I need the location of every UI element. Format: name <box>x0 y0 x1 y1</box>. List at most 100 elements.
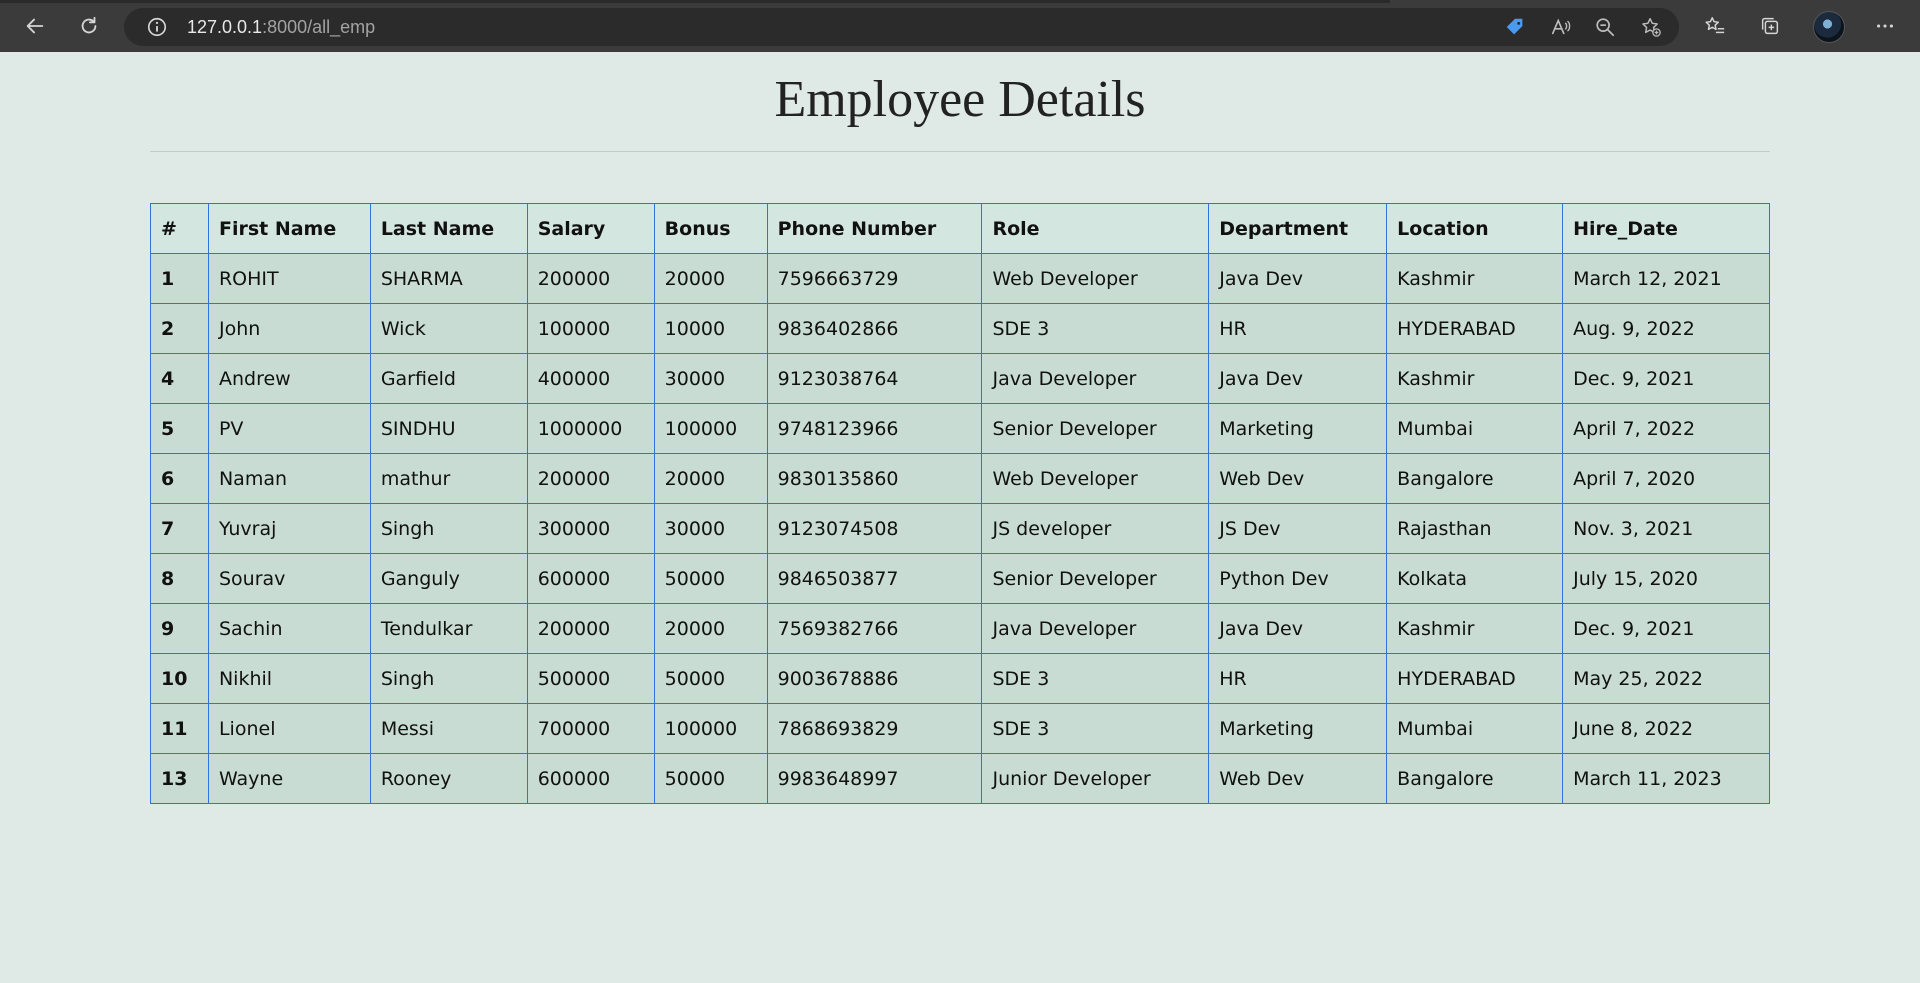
table-cell: June 8, 2022 <box>1562 703 1770 754</box>
site-info-icon[interactable] <box>146 16 168 38</box>
table-cell: Mumbai <box>1386 403 1564 454</box>
column-header: Last Name <box>369 203 528 254</box>
add-favorite-icon[interactable] <box>1640 16 1662 38</box>
collections-button[interactable] <box>1755 11 1785 41</box>
table-cell: 1 <box>150 253 209 304</box>
coupon-tag-icon[interactable] <box>1504 16 1526 38</box>
tab-strip-edge <box>0 0 1390 3</box>
table-cell: SDE 3 <box>981 653 1210 704</box>
table-cell: HR <box>1208 303 1388 354</box>
zoom-out-icon[interactable] <box>1594 16 1616 38</box>
table-cell: 5 <box>150 403 209 454</box>
column-header: Role <box>981 203 1210 254</box>
column-header: Hire_Date <box>1562 203 1770 254</box>
table-cell: 7 <box>150 503 209 554</box>
table-cell: April 7, 2020 <box>1562 453 1770 504</box>
table-cell: HYDERABAD <box>1386 653 1564 704</box>
table-cell: 50000 <box>653 653 768 704</box>
url-text[interactable]: 127.0.0.1:8000/all_emp <box>187 17 375 38</box>
table-cell: 7569382766 <box>766 603 983 654</box>
table-cell: 9123074508 <box>766 503 983 554</box>
table-cell: 700000 <box>526 703 655 754</box>
table-row: 4 Andrew Garfield 400000 30000 9123038764 Java… <box>150 353 1770 404</box>
more-menu-button[interactable] <box>1870 11 1900 41</box>
column-header: Bonus <box>653 203 768 254</box>
table-cell: 10 <box>150 653 209 704</box>
table-header-row: # First Name Last Name Salary Bonus Phone Num… <box>150 203 1770 254</box>
table-cell: May 25, 2022 <box>1562 653 1770 704</box>
table-cell: Lionel <box>207 703 371 754</box>
favorites-icon <box>1705 17 1725 34</box>
table-cell: Mumbai <box>1386 703 1564 754</box>
table-cell: 100000 <box>653 703 768 754</box>
profile-avatar[interactable] <box>1813 11 1845 43</box>
table-cell: 9830135860 <box>766 453 983 504</box>
table-cell: Kashmir <box>1386 253 1564 304</box>
table-cell: Wick <box>369 303 528 354</box>
table-cell: 400000 <box>526 353 655 404</box>
favorites-button[interactable] <box>1700 11 1730 41</box>
table-cell: 9836402866 <box>766 303 983 354</box>
table-cell: Java Dev <box>1208 253 1388 304</box>
table-cell: 30000 <box>653 353 768 404</box>
table-cell: Web Dev <box>1208 753 1388 804</box>
table-cell: Nikhil <box>207 653 371 704</box>
table-cell: ROHIT <box>207 253 371 304</box>
table-cell: 100000 <box>526 303 655 354</box>
table-cell: 600000 <box>526 553 655 604</box>
table-cell: 20000 <box>653 453 768 504</box>
read-aloud-icon[interactable] <box>1550 16 1572 38</box>
table-cell: 200000 <box>526 453 655 504</box>
table-cell: April 7, 2022 <box>1562 403 1770 454</box>
table-cell: Aug. 9, 2022 <box>1562 303 1770 354</box>
table-cell: 9846503877 <box>766 553 983 604</box>
url-host: 127.0.0.1 <box>187 17 263 37</box>
employee-table: # First Name Last Name Salary Bonus Phone Num… <box>150 203 1770 804</box>
table-cell: HYDERABAD <box>1386 303 1564 354</box>
reload-button[interactable] <box>74 11 104 41</box>
table-cell: 9983648997 <box>766 753 983 804</box>
table-cell: Sourav <box>207 553 371 604</box>
table-cell: SINDHU <box>369 403 528 454</box>
table-cell: Web Dev <box>1208 453 1388 504</box>
more-dots-icon <box>1877 24 1893 28</box>
table-cell: Wayne <box>207 753 371 804</box>
back-arrow-icon <box>26 18 44 34</box>
table-cell: Java Developer <box>981 353 1210 404</box>
table-cell: 500000 <box>526 653 655 704</box>
table-cell: March 12, 2021 <box>1562 253 1770 304</box>
table-cell: July 15, 2020 <box>1562 553 1770 604</box>
table-cell: John <box>207 303 371 354</box>
table-cell: 50000 <box>653 753 768 804</box>
table-row: 1 ROHIT SHARMA 200000 20000 7596663729 Web Dev… <box>150 253 1770 304</box>
table-cell: SHARMA <box>369 253 528 304</box>
table-cell: 13 <box>150 753 209 804</box>
table-cell: 200000 <box>526 253 655 304</box>
table-cell: March 11, 2023 <box>1562 753 1770 804</box>
table-cell: SDE 3 <box>981 703 1210 754</box>
table-cell: 20000 <box>653 603 768 654</box>
table-cell: Bangalore <box>1386 753 1564 804</box>
table-row: 8 Sourav Ganguly 600000 50000 9846503877 Senio… <box>150 553 1770 604</box>
back-button[interactable] <box>20 11 50 41</box>
title-divider <box>150 151 1770 152</box>
address-bar[interactable]: 127.0.0.1:8000/all_emp <box>124 8 1679 46</box>
table-cell: Rooney <box>369 753 528 804</box>
table-cell: Garfield <box>369 353 528 404</box>
table-cell: Web Developer <box>981 453 1210 504</box>
table-cell: 9003678886 <box>766 653 983 704</box>
table-cell: 9748123966 <box>766 403 983 454</box>
table-cell: Nov. 3, 2021 <box>1562 503 1770 554</box>
table-cell: 6 <box>150 453 209 504</box>
table-row: 5 PV SINDHU 1000000 100000 9748123966 Senior D… <box>150 403 1770 454</box>
table-cell: 300000 <box>526 503 655 554</box>
table-cell: 100000 <box>653 403 768 454</box>
table-cell: 600000 <box>526 753 655 804</box>
table-cell: Ganguly <box>369 553 528 604</box>
table-cell: Senior Developer <box>981 403 1210 454</box>
table-cell: Sachin <box>207 603 371 654</box>
table-cell: Kashmir <box>1386 353 1564 404</box>
collections-icon <box>1761 17 1779 35</box>
table-cell: 9123038764 <box>766 353 983 404</box>
table-cell: Yuvraj <box>207 503 371 554</box>
